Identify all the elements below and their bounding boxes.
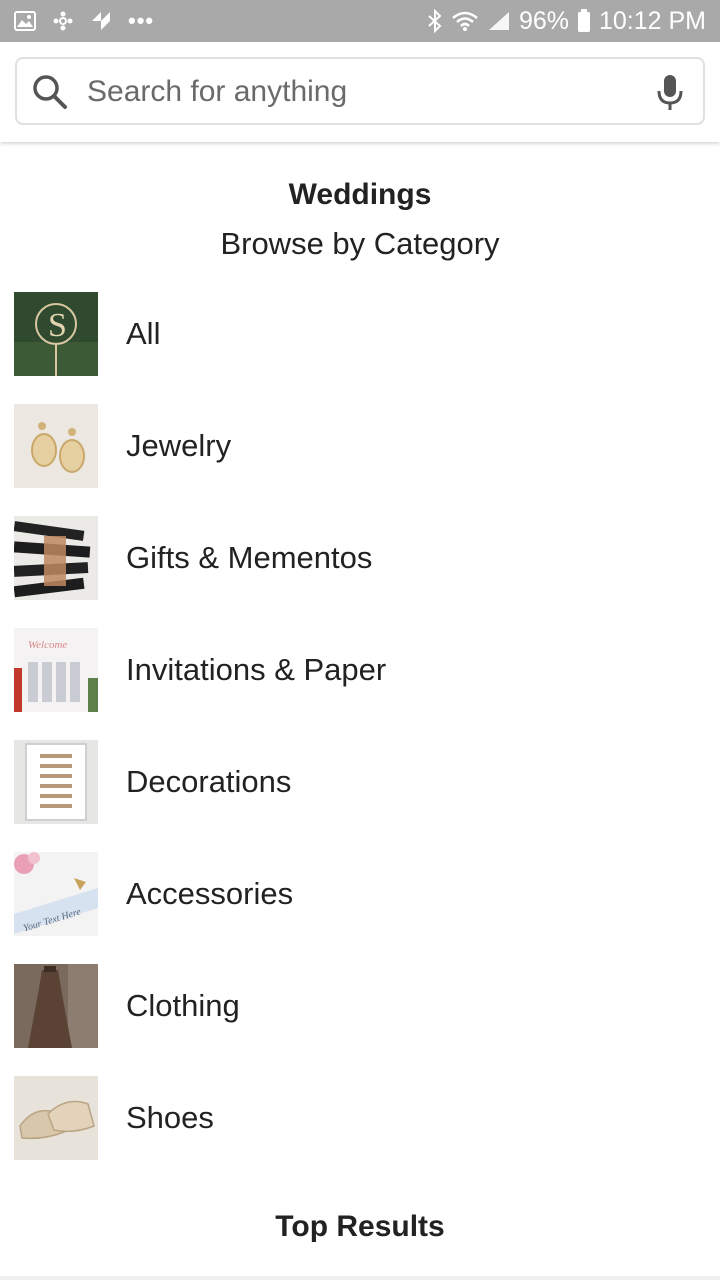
category-label: All: [126, 316, 161, 351]
category-list: S All Jewelry Gifts & Mementos Welcome I…: [0, 292, 720, 1188]
category-item-decorations[interactable]: Decorations: [0, 740, 720, 852]
top-results-heading: Top Results: [275, 1210, 445, 1243]
category-thumbnail: Welcome: [14, 628, 98, 712]
category-item-shoes[interactable]: Shoes: [0, 1076, 720, 1188]
category-item-invitations-paper[interactable]: Welcome Invitations & Paper: [0, 628, 720, 740]
category-label: Invitations & Paper: [126, 652, 387, 687]
more-dots-icon: •••: [128, 8, 155, 33]
category-thumbnail: [14, 1076, 98, 1160]
svg-text:S: S: [48, 307, 67, 344]
pinwheel-icon: [52, 10, 74, 32]
category-thumbnail: [14, 404, 98, 488]
category-label: Accessories: [126, 876, 294, 911]
category-thumbnail: S: [14, 292, 98, 376]
category-item-accessories[interactable]: Your Text Here Accessories: [0, 852, 720, 964]
shuffle-icon: [90, 10, 112, 32]
category-label: Jewelry: [126, 428, 232, 463]
page-title: Weddings: [288, 178, 432, 211]
category-label: Clothing: [126, 988, 240, 1023]
search-bar: [0, 42, 720, 142]
bluetooth-icon: [427, 9, 443, 33]
category-thumbnail: [14, 516, 98, 600]
category-item-clothing[interactable]: Clothing: [0, 964, 720, 1076]
category-thumbnail: [14, 740, 98, 824]
category-item-jewelry[interactable]: Jewelry: [0, 404, 720, 516]
status-bar: ••• 96% 10:12 PM: [0, 0, 720, 42]
category-label: Decorations: [126, 764, 292, 799]
page-subtitle: Browse by Category: [220, 226, 500, 261]
wifi-icon: [451, 10, 479, 32]
search-icon[interactable]: [31, 73, 69, 116]
category-label: Gifts & Mementos: [126, 540, 373, 575]
category-item-all[interactable]: S All: [0, 292, 720, 404]
battery-percent: 96%: [518, 6, 569, 35]
section-divider: [0, 1276, 720, 1280]
clock-time: 10:12 PM: [598, 6, 706, 35]
search-box[interactable]: [15, 57, 705, 125]
signal-icon: [487, 10, 511, 32]
image-icon: [14, 11, 36, 31]
battery-icon: [577, 9, 591, 33]
category-label: Shoes: [126, 1100, 214, 1135]
category-item-gifts-mementos[interactable]: Gifts & Mementos: [0, 516, 720, 628]
search-input[interactable]: [85, 67, 629, 117]
category-thumbnail: [14, 964, 98, 1048]
microphone-icon[interactable]: [655, 73, 685, 118]
svg-text:Welcome: Welcome: [28, 639, 67, 651]
category-thumbnail: Your Text Here: [14, 852, 98, 936]
